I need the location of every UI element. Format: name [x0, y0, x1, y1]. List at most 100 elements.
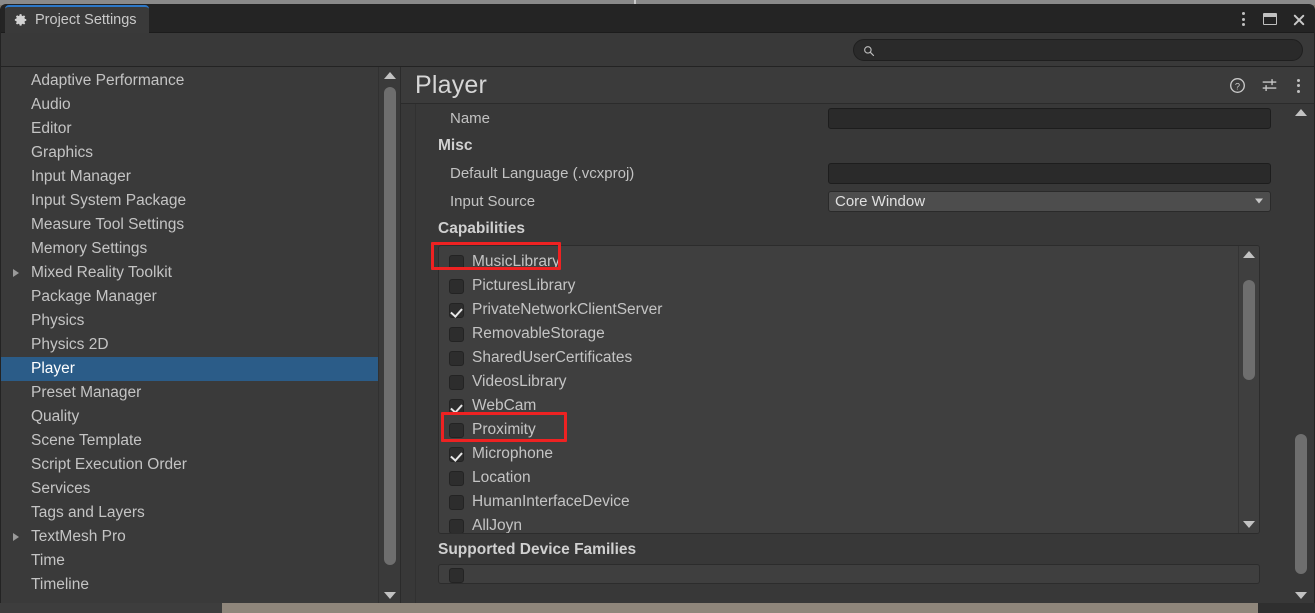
sidebar-item-label: Physics	[31, 312, 85, 329]
panel-scrollbar-thumb[interactable]	[1294, 434, 1307, 574]
window-menu-icon[interactable]	[1238, 10, 1249, 28]
field-row-input-source: Input Source Core Window	[416, 187, 1287, 215]
gear-icon	[14, 13, 28, 27]
sidebar-item-memory-settings[interactable]: Memory Settings	[1, 237, 400, 261]
screen-root: Project Settings Adaptive Performance Au…	[0, 0, 1315, 613]
capability-row[interactable]: SharedUserCertificates	[439, 346, 1238, 370]
capability-row[interactable]: PrivateNetworkClientServer	[439, 298, 1238, 322]
sidebar-item-input-manager[interactable]: Input Manager	[1, 165, 400, 189]
window-body: Adaptive Performance Audio Editor Graphics I…	[1, 67, 1314, 604]
sidebar-item-time[interactable]: Time	[1, 549, 400, 573]
default-language-input[interactable]	[828, 162, 1271, 184]
scroll-up-arrow-icon[interactable]	[1243, 251, 1255, 258]
sidebar-item-adaptive-performance[interactable]: Adaptive Performance	[1, 69, 400, 93]
capabilities-scrollbar-thumb[interactable]	[1243, 280, 1255, 380]
sidebar-item-textmesh-pro[interactable]: TextMesh Pro	[1, 525, 400, 549]
sidebar-item-label: Scene Template	[31, 432, 142, 449]
scroll-down-arrow-icon[interactable]	[383, 592, 396, 599]
sidebar-item-label: Script Execution Order	[31, 456, 187, 473]
misc-section-header: Misc	[438, 136, 473, 154]
chevron-right-icon[interactable]	[13, 533, 19, 541]
capability-row[interactable]: PicturesLibrary	[439, 274, 1238, 298]
capability-row[interactable]: RemovableStorage	[439, 322, 1238, 346]
capability-row[interactable]: WebCam	[439, 394, 1238, 418]
input-source-value: Core Window	[835, 192, 926, 210]
sidebar-item-package-manager[interactable]: Package Manager	[1, 285, 400, 309]
sidebar-item-label: Preset Manager	[31, 384, 142, 401]
sidebar-item-preset-manager[interactable]: Preset Manager	[1, 381, 400, 405]
capability-label: Location	[472, 469, 531, 486]
sidebar-item-measure-tool-settings[interactable]: Measure Tool Settings	[1, 213, 400, 237]
close-icon[interactable]	[1291, 12, 1306, 27]
capabilities-list-box: MusicLibrary PicturesLibrary PrivateNetwor…	[438, 245, 1260, 534]
sidebar-item-services[interactable]: Services	[1, 477, 400, 501]
sidebar-item-player[interactable]: Player	[1, 357, 379, 381]
capability-checkbox[interactable]	[449, 494, 464, 510]
sidebar-item-label: Tags and Layers	[31, 504, 145, 521]
scroll-up-arrow-icon[interactable]	[383, 72, 396, 79]
sidebar-item-label: Time	[31, 552, 65, 569]
capability-checkbox[interactable]	[449, 518, 464, 533]
sidebar-item-quality[interactable]: Quality	[1, 405, 400, 429]
capability-checkbox[interactable]	[449, 374, 464, 390]
capability-row[interactable]: Microphone	[439, 442, 1238, 466]
capability-row[interactable]: HumanInterfaceDevice	[439, 490, 1238, 514]
capabilities-scrollbar[interactable]	[1238, 246, 1259, 533]
capability-checkbox[interactable]	[449, 470, 464, 486]
window-controls	[1238, 5, 1306, 33]
panel-inner: Name Misc Default Language (.vcxproj) In…	[415, 104, 1287, 604]
capability-checkbox[interactable]	[449, 326, 464, 342]
sidebar-item-physics-2d[interactable]: Physics 2D	[1, 333, 400, 357]
capability-label: PrivateNetworkClientServer	[472, 301, 663, 318]
sidebar-item-label: Memory Settings	[31, 240, 148, 257]
sidebar-item-timeline[interactable]: Timeline	[1, 573, 400, 597]
capability-checkbox[interactable]	[449, 278, 464, 294]
svg-text:?: ?	[1235, 81, 1240, 91]
capability-row[interactable]: Location	[439, 466, 1238, 490]
scroll-down-arrow-icon[interactable]	[1294, 592, 1307, 599]
capability-checkbox[interactable]	[449, 422, 464, 438]
search-box[interactable]	[853, 39, 1303, 61]
capabilities-list: MusicLibrary PicturesLibrary PrivateNetwor…	[439, 250, 1238, 533]
sidebar-item-label: Timeline	[31, 576, 89, 593]
capability-row[interactable]: VideosLibrary	[439, 370, 1238, 394]
scroll-down-arrow-icon[interactable]	[1243, 521, 1255, 528]
preset-icon[interactable]	[1261, 77, 1278, 94]
sidebar-item-editor[interactable]: Editor	[1, 117, 400, 141]
panel-menu-icon[interactable]	[1293, 77, 1304, 95]
input-source-dropdown[interactable]: Core Window	[828, 190, 1271, 212]
device-family-checkbox[interactable]	[449, 567, 464, 583]
scroll-up-arrow-icon[interactable]	[1294, 109, 1307, 116]
sidebar-item-label: Quality	[31, 408, 80, 425]
supported-device-families-header: Supported Device Families	[438, 540, 637, 558]
name-input[interactable]	[828, 107, 1271, 129]
capability-checkbox[interactable]	[449, 398, 464, 414]
sidebar-item-audio[interactable]: Audio	[1, 93, 400, 117]
maximize-icon[interactable]	[1263, 13, 1277, 25]
sidebar-item-graphics[interactable]: Graphics	[1, 141, 400, 165]
chevron-right-icon[interactable]	[13, 269, 19, 277]
help-icon[interactable]: ?	[1229, 77, 1246, 94]
capability-checkbox[interactable]	[449, 302, 464, 318]
capability-checkbox[interactable]	[449, 254, 464, 270]
sidebar-item-script-execution-order[interactable]: Script Execution Order	[1, 453, 400, 477]
capability-checkbox[interactable]	[449, 350, 464, 366]
sidebar-item-mixed-reality-toolkit[interactable]: Mixed Reality Toolkit	[1, 261, 400, 285]
sidebar-item-physics[interactable]: Physics	[1, 309, 400, 333]
sidebar-item-label: Input System Package	[31, 192, 187, 209]
sidebar-item-input-system-package[interactable]: Input System Package	[1, 189, 400, 213]
sidebar-scrollbar-thumb[interactable]	[383, 87, 396, 565]
chevron-down-icon	[1255, 198, 1263, 204]
sidebar-item-tags-and-layers[interactable]: Tags and Layers	[1, 501, 400, 525]
sidebar-scrollbar[interactable]	[378, 67, 400, 604]
capability-row[interactable]: AllJoyn	[439, 514, 1238, 533]
capability-label: MusicLibrary	[472, 253, 560, 270]
capability-checkbox[interactable]	[449, 446, 464, 462]
panel-scrollbar[interactable]	[1290, 104, 1311, 604]
window-tab-bar: Project Settings	[1, 5, 1314, 33]
tab-project-settings[interactable]: Project Settings	[5, 5, 149, 33]
capability-row[interactable]: Proximity	[439, 418, 1238, 442]
search-input[interactable]	[875, 43, 1302, 57]
sidebar-item-scene-template[interactable]: Scene Template	[1, 429, 400, 453]
capability-row[interactable]: MusicLibrary	[439, 250, 1238, 274]
